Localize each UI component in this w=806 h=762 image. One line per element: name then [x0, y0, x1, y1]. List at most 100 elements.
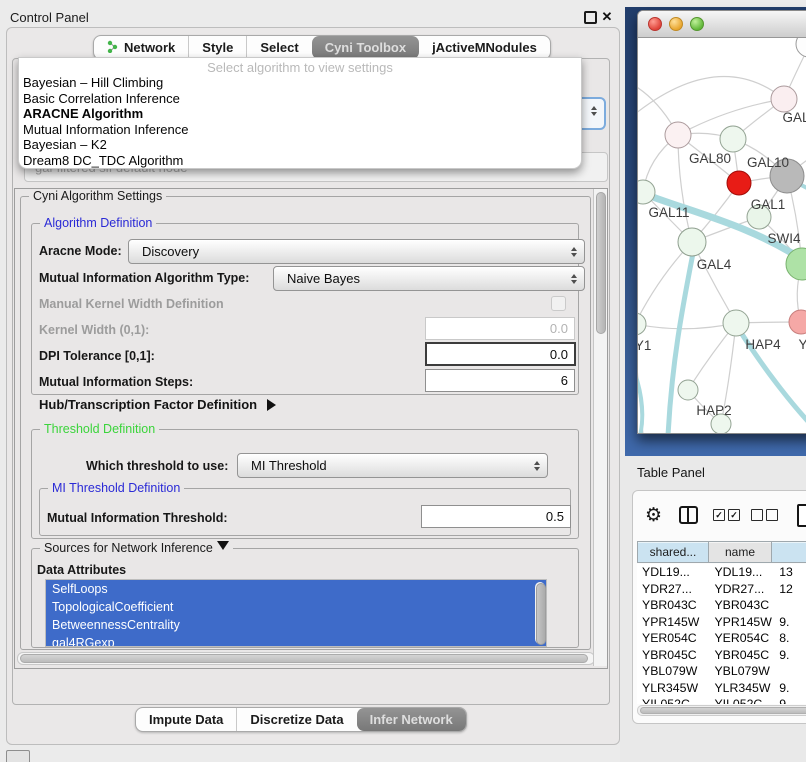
dpi-tolerance-label: DPI Tolerance [0,1]:: [39, 349, 155, 363]
dpi-tolerance-field[interactable]: 0.0: [425, 342, 576, 366]
node-label-gal80: GAL80: [689, 151, 731, 166]
table-cell: YDR27...: [709, 582, 774, 596]
tab-discretize-data[interactable]: Discretize Data: [236, 708, 356, 731]
network-node-gal4[interactable]: [678, 228, 706, 256]
gear-icon[interactable]: ⚙: [645, 501, 662, 529]
data-attribute-item[interactable]: TopologicalCoefficient: [46, 598, 546, 616]
aracne-mode-combo[interactable]: Discovery: [128, 239, 585, 264]
tab-select[interactable]: Select: [246, 36, 311, 59]
mi-threshold-group-title: MI Threshold Definition: [48, 481, 184, 495]
tab-cyni-toolbox[interactable]: Cyni Toolbox: [312, 36, 419, 59]
table-horizontal-scrollbar[interactable]: [637, 705, 806, 716]
data-attributes-label: Data Attributes: [37, 563, 126, 577]
unchecked-checkbox-icon[interactable]: [751, 509, 763, 521]
kernel-width-label: Kernel Width (0,1):: [39, 323, 149, 337]
algorithm-option[interactable]: ARACNE Algorithm: [23, 106, 577, 122]
table-cell: YLR345W: [637, 681, 709, 695]
network-node-hap4[interactable]: [723, 310, 749, 336]
unchecked-checkbox-icon[interactable]: [766, 509, 778, 521]
tab-infer-network[interactable]: Infer Network: [357, 708, 466, 731]
which-threshold-combo[interactable]: MI Threshold: [237, 453, 548, 478]
kernel-width-field[interactable]: 0.0: [425, 317, 575, 340]
table-row[interactable]: YDL19...YDL19...13: [637, 564, 806, 581]
table-panel-card: ⚙ ✓ ✓ shared...name YDL19...YDL19...13YD…: [632, 490, 806, 724]
settings-horizontal-scrollbar[interactable]: [17, 652, 595, 665]
mi-steps-field[interactable]: 6: [425, 369, 575, 392]
column-header-shared[interactable]: shared...: [637, 541, 709, 563]
table-cell: YBR045C: [637, 648, 709, 662]
algorithm-option[interactable]: Mutual Information Inference: [23, 122, 577, 138]
data-attribute-item[interactable]: BetweennessCentrality: [46, 616, 546, 634]
table-cell: YDR27...: [637, 582, 709, 596]
node-label-hap4: HAP4: [745, 337, 781, 352]
network-canvas[interactable]: GALGAL80GAL10GAL1GAL11SWI4GAL4GCY1HAP4YH…: [638, 38, 806, 433]
table-row[interactable]: YLR345WYLR345W9.: [637, 680, 806, 697]
sources-group-title[interactable]: Sources for Network Inference: [40, 541, 233, 556]
table-row[interactable]: YBR043CYBR043C: [637, 597, 806, 614]
manual-kernel-checkbox[interactable]: [551, 296, 566, 311]
settings-vscroll-thumb[interactable]: [596, 192, 606, 334]
split-columns-icon[interactable]: [679, 506, 698, 524]
combo-stepper-icon: [534, 458, 540, 474]
node-label-swi4: SWI4: [767, 231, 800, 246]
algorithm-option[interactable]: Basic Correlation Inference: [23, 91, 577, 107]
mi-threshold-field[interactable]: 0.5: [421, 505, 571, 528]
column-header-partial[interactable]: [772, 541, 806, 563]
list-scrollbar[interactable]: [535, 582, 545, 644]
table-row[interactable]: YIL052CYIL052C9: [637, 696, 806, 704]
settings-vertical-scrollbar[interactable]: [593, 189, 607, 666]
new-table-icon[interactable]: [797, 504, 806, 527]
network-node-y[interactable]: [789, 310, 806, 334]
list-scrollbar-thumb[interactable]: [536, 583, 546, 645]
table-cell: YDL19...: [709, 565, 774, 579]
network-tab-icon: [107, 40, 119, 56]
combo-stepper-icon: [571, 244, 577, 260]
zoom-traffic-light-icon[interactable]: [690, 17, 704, 31]
table-row[interactable]: YBL079WYBL079W: [637, 663, 806, 680]
tab-style[interactable]: Style: [188, 36, 246, 59]
table-hscroll-thumb[interactable]: [640, 707, 806, 714]
table-cell: YBR043C: [637, 598, 709, 612]
close-panel-button[interactable]: ✕: [600, 10, 614, 24]
network-node-gcy1[interactable]: [638, 313, 646, 335]
algorithm-option[interactable]: Bayesian – Hill Climbing: [23, 75, 577, 91]
network-window-titlebar[interactable]: [638, 11, 806, 38]
checked-checkbox-icon[interactable]: ✓: [713, 509, 725, 521]
tab-impute-data[interactable]: Impute Data: [136, 708, 236, 731]
float-panel-button[interactable]: [583, 10, 597, 24]
network-window[interactable]: GALGAL80GAL10GAL1GAL11SWI4GAL4GCY1HAP4YH…: [637, 10, 806, 434]
tab-network[interactable]: Network: [94, 36, 188, 59]
settings-hscroll-thumb[interactable]: [20, 654, 588, 663]
table-panel-title: Table Panel: [637, 465, 705, 480]
data-attribute-item[interactable]: gal4RGexp: [46, 634, 546, 647]
algorithm-option[interactable]: Dream8 DC_TDC Algorithm: [23, 153, 577, 169]
checked-checkbox-icon[interactable]: ✓: [728, 509, 740, 521]
table-row[interactable]: YBR045CYBR045C9.: [637, 647, 806, 664]
tab-jactivemnodules[interactable]: jActiveMNodules: [419, 36, 550, 59]
table-cell: YBR043C: [709, 598, 774, 612]
table-row[interactable]: YDR27...YDR27...12: [637, 581, 806, 598]
network-node-gal[interactable]: [771, 86, 797, 112]
network-node[interactable]: [796, 38, 806, 57]
network-node-gal10[interactable]: [720, 126, 746, 152]
hub-definition-expander[interactable]: Hub/Transcription Factor Definition: [39, 397, 282, 412]
minimized-panel-icon[interactable]: [6, 750, 30, 762]
data-attribute-item[interactable]: SelfLoops: [46, 580, 546, 598]
mi-threshold-value: 0.5: [546, 509, 564, 524]
mi-type-combo[interactable]: Naive Bayes: [273, 266, 585, 291]
table-row[interactable]: YPR145WYPR145W9.: [637, 614, 806, 631]
minimize-traffic-light-icon[interactable]: [669, 17, 683, 31]
algorithm-option[interactable]: Bayesian – K2: [23, 137, 577, 153]
network-node-hap2[interactable]: [678, 380, 698, 400]
manual-kernel-label: Manual Kernel Width Definition: [39, 297, 224, 311]
network-node-gal1[interactable]: [727, 171, 751, 195]
mi-steps-label: Mutual Information Steps:: [39, 375, 193, 389]
which-threshold-label: Which threshold to use:: [86, 459, 228, 473]
table-row[interactable]: YER054CYER054C8.: [637, 630, 806, 647]
mi-type-value: Naive Bayes: [287, 271, 360, 286]
network-node-gal80[interactable]: [665, 122, 691, 148]
table-cell: YIL052C: [709, 697, 774, 704]
column-header-name[interactable]: name: [709, 541, 772, 563]
table-cell: YIL052C: [637, 697, 709, 704]
close-traffic-light-icon[interactable]: [648, 17, 662, 31]
